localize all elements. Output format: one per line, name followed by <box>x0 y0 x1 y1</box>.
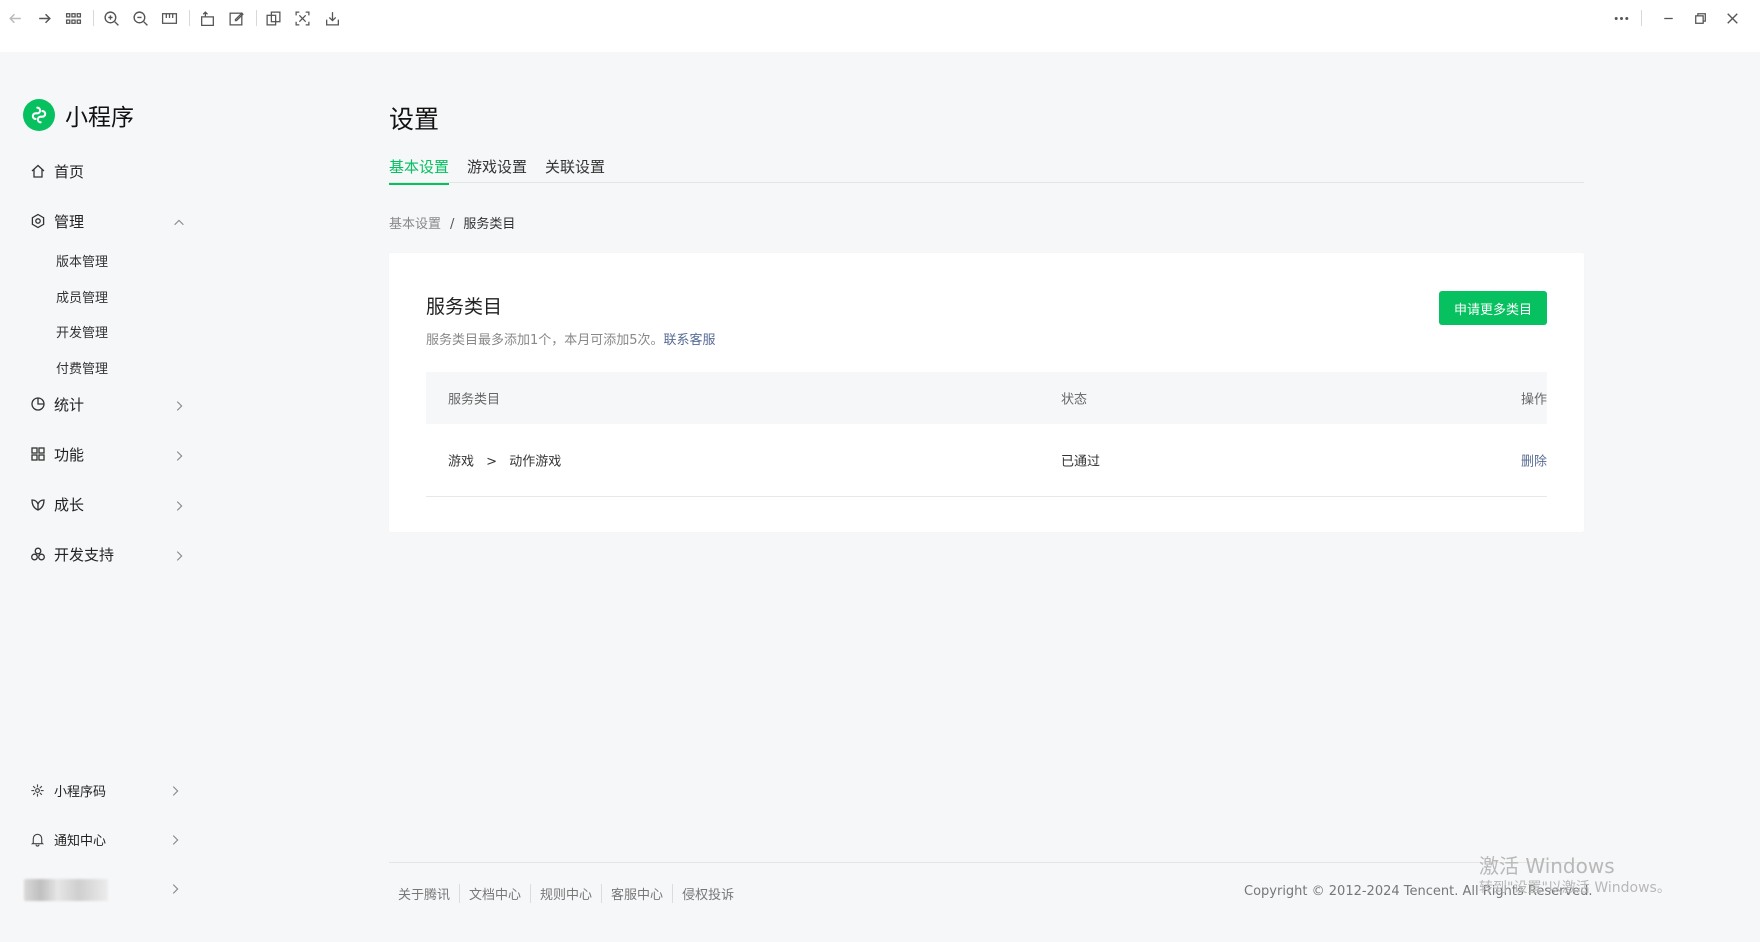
sidebar-item-features[interactable]: 功能 <box>30 442 84 466</box>
back-icon[interactable] <box>1 4 29 32</box>
sidebar-item-miniprogram-code[interactable]: 小程序码 <box>30 779 106 801</box>
scan-icon[interactable] <box>288 4 316 32</box>
category-primary: 游戏 <box>448 454 475 470</box>
app-logo: 小程序 <box>23 98 134 132</box>
card-description-text: 服务类目最多添加1个，本月可添加5次。 <box>426 333 664 348</box>
page-title: 设置 <box>389 105 440 134</box>
card-title: 服务类目 <box>426 296 503 318</box>
card-description: 服务类目最多添加1个，本月可添加5次。联系客服 <box>426 329 716 348</box>
chevron-right-icon[interactable] <box>172 498 186 512</box>
chevron-right-icon[interactable] <box>172 448 186 462</box>
breadcrumb-current: 服务类目 <box>463 217 516 232</box>
footer-link-rules[interactable]: 规则中心 <box>530 884 601 903</box>
footer-link-complaint[interactable]: 侵权投诉 <box>672 884 743 903</box>
zoom-in-icon[interactable] <box>97 4 125 32</box>
activation-watermark-title: 激活 Windows <box>1479 854 1615 878</box>
sidebar-subitem-dev[interactable]: 开发管理 <box>56 322 108 341</box>
sidebar-item-label: 功能 <box>54 445 85 464</box>
settings-icon <box>30 213 46 229</box>
footer-divider <box>389 862 1584 863</box>
sidebar-subitem-version[interactable]: 版本管理 <box>56 251 108 270</box>
sidebar-item-label: 小程序码 <box>54 784 107 800</box>
download-icon[interactable] <box>318 4 346 32</box>
sidebar: 小程序 首页 管理 版本管理 成员管理 开发管理 付费管理 统计 功能 成长 开… <box>0 52 214 942</box>
tab-basic-settings[interactable]: 基本设置 <box>389 156 450 185</box>
activation-watermark-text: 转到"设置"以激活 Windows。 <box>1479 880 1671 896</box>
copy-icon[interactable] <box>259 4 287 32</box>
growth-icon <box>30 496 46 512</box>
minimize-icon[interactable] <box>1654 4 1682 32</box>
sidebar-subitem-members[interactable]: 成员管理 <box>56 287 108 306</box>
category-status: 已通过 <box>1061 454 1101 470</box>
sidebar-item-notifications[interactable]: 通知中心 <box>30 828 106 850</box>
forward-icon[interactable] <box>30 4 58 32</box>
category-path: 游戏 > 动作游戏 <box>448 451 561 470</box>
delete-link[interactable]: 删除 <box>1521 451 1547 470</box>
sidebar-item-dev-support[interactable]: 开发支持 <box>30 542 114 566</box>
category-table: 服务类目 状态 操作 游戏 > 动作游戏 已通过 删除 <box>426 372 1547 497</box>
bell-icon <box>30 832 45 847</box>
ruler-icon[interactable] <box>155 4 183 32</box>
sidebar-item-label: 通知中心 <box>54 833 107 849</box>
sidebar-item-manage[interactable]: 管理 <box>30 209 84 233</box>
sidebar-item-label: 成长 <box>54 495 85 514</box>
home-icon <box>30 163 46 179</box>
restore-icon[interactable] <box>1686 4 1714 32</box>
tab-game-settings[interactable]: 游戏设置 <box>467 156 527 183</box>
breadcrumb-parent[interactable]: 基本设置 <box>389 217 441 232</box>
service-category-card: 服务类目 服务类目最多添加1个，本月可添加5次。联系客服 申请更多类目 服务类目… <box>389 253 1584 532</box>
toolbar-divider <box>93 10 94 26</box>
edit-icon[interactable] <box>222 4 250 32</box>
sidebar-item-home[interactable]: 首页 <box>30 159 84 183</box>
footer-link-support[interactable]: 客服中心 <box>601 884 672 903</box>
footer-links: 关于腾讯 文档中心 规则中心 客服中心 侵权投诉 <box>398 884 743 903</box>
chevron-right-icon[interactable] <box>168 832 182 846</box>
header-action: 操作 <box>1520 392 1547 408</box>
sidebar-item-stats[interactable]: 统计 <box>30 392 84 416</box>
sidebar-item-label: 管理 <box>54 212 85 231</box>
window-toolbar <box>0 0 1760 52</box>
pie-chart-icon <box>30 396 46 412</box>
table-row: 游戏 > 动作游戏 已通过 删除 <box>426 424 1547 497</box>
apply-more-categories-button[interactable]: 申请更多类目 <box>1439 291 1547 325</box>
contact-support-link[interactable]: 联系客服 <box>664 333 716 348</box>
settings-tabs: 基本设置 游戏设置 关联设置 <box>389 153 1584 185</box>
chevron-up-icon[interactable] <box>172 215 186 229</box>
toolbar-divider <box>256 10 257 26</box>
chevron-right-icon[interactable] <box>168 881 182 895</box>
apps-icon <box>30 446 46 462</box>
chevron-right-icon[interactable] <box>168 783 182 797</box>
dev-support-icon <box>30 546 46 562</box>
category-secondary: 动作游戏 <box>509 454 562 470</box>
sidebar-item-growth[interactable]: 成长 <box>30 492 84 516</box>
breadcrumb: 基本设置 / 服务类目 <box>389 213 515 232</box>
breadcrumb-separator: / <box>450 217 455 232</box>
sidebar-item-label: 首页 <box>54 162 85 181</box>
rotate-icon[interactable] <box>193 4 221 32</box>
more-icon[interactable] <box>1607 4 1635 32</box>
account-avatar[interactable] <box>24 879 108 901</box>
toolbar-divider <box>1641 10 1642 26</box>
header-category: 服务类目 <box>448 392 501 408</box>
miniprogram-logo-icon <box>23 99 55 131</box>
sidebar-item-label: 开发支持 <box>54 545 115 564</box>
close-icon[interactable] <box>1718 4 1746 32</box>
sidebar-item-label: 统计 <box>54 395 85 414</box>
chevron-right-icon[interactable] <box>172 398 186 412</box>
toolbar-divider <box>189 10 190 26</box>
tab-linked-settings[interactable]: 关联设置 <box>545 156 605 183</box>
category-arrow: > <box>486 454 498 470</box>
zoom-out-icon[interactable] <box>126 4 154 32</box>
table-header: 服务类目 状态 操作 <box>426 372 1547 424</box>
miniprogram-code-icon <box>30 783 45 798</box>
chevron-right-icon[interactable] <box>172 548 186 562</box>
main-content: 设置 基本设置 游戏设置 关联设置 基本设置 / 服务类目 服务类目 服务类目最多添… <box>214 52 1760 942</box>
footer-link-about[interactable]: 关于腾讯 <box>398 884 459 903</box>
header-status: 状态 <box>1061 392 1088 408</box>
app-name: 小程序 <box>65 105 134 131</box>
grid-icon[interactable] <box>59 4 87 32</box>
footer-link-docs[interactable]: 文档中心 <box>459 884 530 903</box>
sidebar-subitem-payment[interactable]: 付费管理 <box>56 358 108 377</box>
